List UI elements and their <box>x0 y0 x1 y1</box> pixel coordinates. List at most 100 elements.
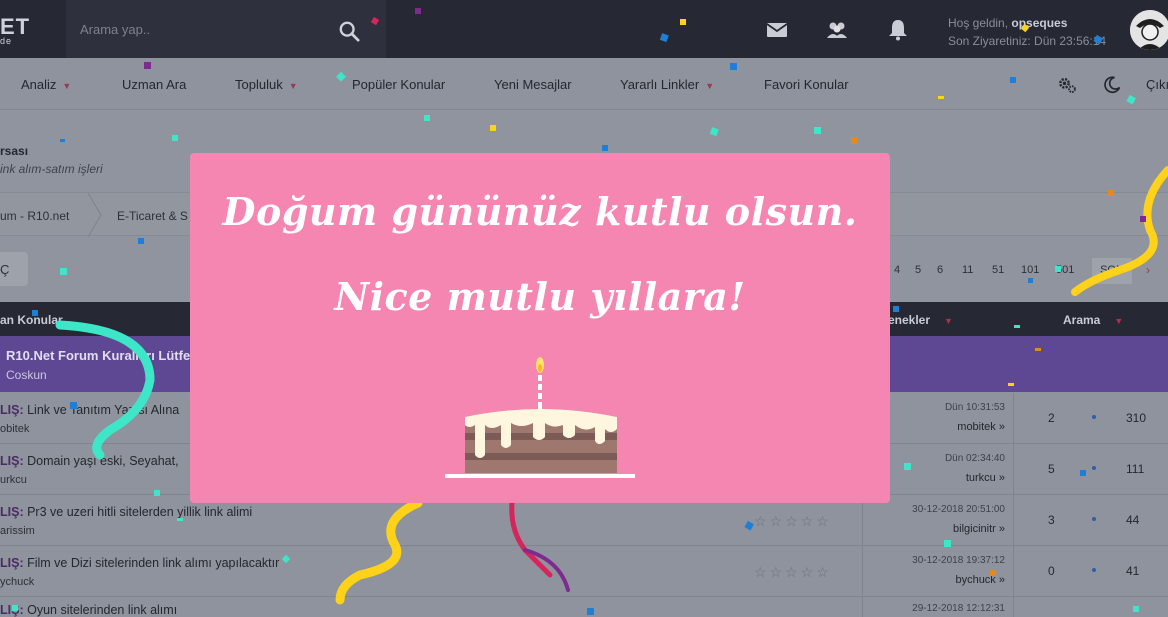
column-topics: an Konular <box>0 313 63 327</box>
double-chevron-icon: » <box>998 574 1005 586</box>
view-count: 310 <box>1126 411 1147 425</box>
last-visit: Son Ziyaretiniz: Dün 23:56:14 <box>948 34 1107 48</box>
topic-author[interactable]: ychuck <box>0 576 34 588</box>
username[interactable]: opseques <box>1011 16 1067 30</box>
nav-item-yararli-linkler[interactable]: Yararlı Linkler ▼ <box>620 77 714 92</box>
page-link[interactable]: 4 <box>894 264 900 276</box>
double-chevron-icon: » <box>998 523 1005 535</box>
page-link[interactable]: 101 <box>1021 264 1039 276</box>
nav-item-populer-konular[interactable]: Popüler Konular <box>352 77 445 92</box>
topic-prefix: LIŞ: <box>0 603 24 617</box>
last-post-user[interactable]: turkcu » <box>966 472 1005 484</box>
chevron-down-icon: ▼ <box>1114 316 1124 326</box>
search-box <box>66 0 386 58</box>
page-link[interactable]: 11 <box>962 264 973 276</box>
topic-author[interactable]: obitek <box>0 423 29 435</box>
last-post-date: 30-12-2018 20:51:00 <box>912 504 1005 515</box>
last-post-user[interactable]: mobitek » <box>957 421 1005 433</box>
last-post: 29-12-2018 12:12:31 <box>862 597 1014 617</box>
nav-item-yeni-mesajlar[interactable]: Yeni Mesajlar <box>494 77 572 92</box>
site-logo[interactable]: ET de <box>0 14 30 46</box>
sticky-author[interactable]: Coskun <box>6 368 47 382</box>
search-input[interactable] <box>66 0 326 58</box>
nav-label: Uzman Ara <box>122 77 187 92</box>
double-chevron-icon: » <box>998 472 1005 484</box>
users-icon[interactable] <box>825 18 849 42</box>
topic-author[interactable]: arissim <box>0 525 35 537</box>
sticky-title[interactable]: R10.Net Forum Kuralları Lütfe <box>6 348 190 363</box>
moon-icon[interactable] <box>1102 75 1122 95</box>
gear-icon[interactable] <box>1057 75 1077 95</box>
last-post-user[interactable]: bilgicinitr » <box>953 523 1005 535</box>
search-dropdown[interactable]: Arama ▼ <box>1063 313 1123 327</box>
search-label: Arama <box>1063 313 1101 327</box>
chevron-down-icon: ▼ <box>288 81 298 91</box>
last-page-link[interactable]: SON <box>1092 258 1132 284</box>
welcome-text: Hoş geldin, opseques Son Ziyaretiniz: Dü… <box>948 14 1106 50</box>
logout-link[interactable]: Çıkış <box>1146 77 1168 92</box>
chevron-down-icon: ▼ <box>62 81 72 91</box>
nav-item-uzman-ara[interactable]: Uzman Ara <box>122 77 186 92</box>
last-post-user-name: bilgicinitr <box>953 523 996 535</box>
breadcrumb-item[interactable]: um - R10.net <box>0 209 69 223</box>
reply-count: 3 <box>1048 513 1055 527</box>
birthday-cake-icon <box>445 357 635 478</box>
topic-title[interactable]: LIŞ: Domain yaşı eski, Seyahat, <box>0 454 179 468</box>
topic-title[interactable]: LIŞ: Link ve Tanıtım Yazısı Alına <box>0 403 179 417</box>
new-topic-button[interactable]: Ç <box>0 252 28 286</box>
nav-item-favori-konular[interactable]: Favori Konular <box>764 77 849 92</box>
last-post-user[interactable]: bychuck » <box>955 574 1005 586</box>
dot-separator <box>1092 568 1096 572</box>
search-icon[interactable] <box>338 20 360 42</box>
chevron-down-icon: ▼ <box>944 316 953 326</box>
double-chevron-icon: » <box>998 421 1005 433</box>
nav-label: Analiz <box>21 77 57 92</box>
last-post: 30-12-2018 19:37:12 bychuck » <box>862 546 1014 596</box>
table-row[interactable]: LIŞ: Film ve Dizi sitelerinden link alım… <box>0 546 1168 597</box>
view-count: 41 <box>1126 564 1140 578</box>
birthday-modal[interactable]: Doğum gününüz kutlu olsun. Nice mutlu yı… <box>190 153 890 503</box>
topic-title-text: Oyun sitelerinden link alımı <box>27 603 178 617</box>
last-post-date: Dün 10:31:53 <box>944 402 1005 413</box>
avatar[interactable] <box>1130 10 1168 50</box>
topic-title-text: Film ve Dizi sitelerinden link alımı yap… <box>27 556 280 570</box>
welcome-prefix: Hoş geldin, <box>948 16 1009 30</box>
topic-title[interactable]: LIŞ: Film ve Dizi sitelerinden link alım… <box>0 556 279 570</box>
rating-stars[interactable]: ☆☆☆☆☆ <box>754 513 832 530</box>
last-post-date: 29-12-2018 12:12:31 <box>912 603 1005 614</box>
options-label: enekler <box>888 313 931 327</box>
bell-icon[interactable] <box>886 18 910 42</box>
reply-count: 5 <box>1048 462 1055 476</box>
mail-icon[interactable] <box>765 18 789 42</box>
topic-title[interactable]: LIŞ: Pr3 ve uzeri hitli sitelerden yilli… <box>0 505 252 519</box>
topic-prefix: LIŞ: <box>0 556 24 570</box>
chevron-right-icon <box>88 193 102 237</box>
nav-label: Yararlı Linkler <box>620 77 700 92</box>
page-link[interactable]: 6 <box>937 264 943 276</box>
last-post-date: Dün 02:34:40 <box>944 453 1005 464</box>
rating-stars[interactable]: ☆☆☆☆☆ <box>754 564 832 581</box>
page-link[interactable]: 51 <box>992 264 1004 276</box>
reply-count: 0 <box>1048 564 1055 578</box>
last-post-user-name: turkcu <box>965 472 996 484</box>
topic-prefix: LIŞ: <box>0 505 24 519</box>
page-link[interactable]: 5 <box>915 264 921 276</box>
nav-item-topluluk[interactable]: Topluluk ▼ <box>235 77 298 92</box>
nav-item-analiz[interactable]: Analiz ▼ <box>21 77 71 92</box>
table-row[interactable]: LIŞ: Oyun sitelerinden link alımı 29-12-… <box>0 597 1168 617</box>
topic-author[interactable]: urkcu <box>0 474 27 486</box>
breadcrumb-item[interactable]: E-Ticaret & S <box>117 209 188 223</box>
next-page-link[interactable]: › <box>1146 263 1150 277</box>
reply-count: 2 <box>1048 411 1055 425</box>
topic-title-text: Domain yaşı eski, Seyahat, <box>27 454 179 468</box>
nav-label: Yeni Mesajlar <box>494 77 572 92</box>
options-dropdown[interactable]: enekler ▼ <box>888 313 953 327</box>
topic-title-text: Pr3 ve uzeri hitli sitelerden yillik lin… <box>27 505 253 519</box>
page-link[interactable]: 501 <box>1056 264 1074 276</box>
nav-label: Favori Konular <box>764 77 849 92</box>
view-count: 111 <box>1126 462 1145 476</box>
forum-description: ink alım-satım işleri <box>0 162 103 176</box>
topic-title[interactable]: LIŞ: Oyun sitelerinden link alımı <box>0 603 177 617</box>
dot-separator <box>1092 415 1096 419</box>
top-header: ET de Hoş geldin, opseques Son Ziyaretin… <box>0 0 1168 58</box>
